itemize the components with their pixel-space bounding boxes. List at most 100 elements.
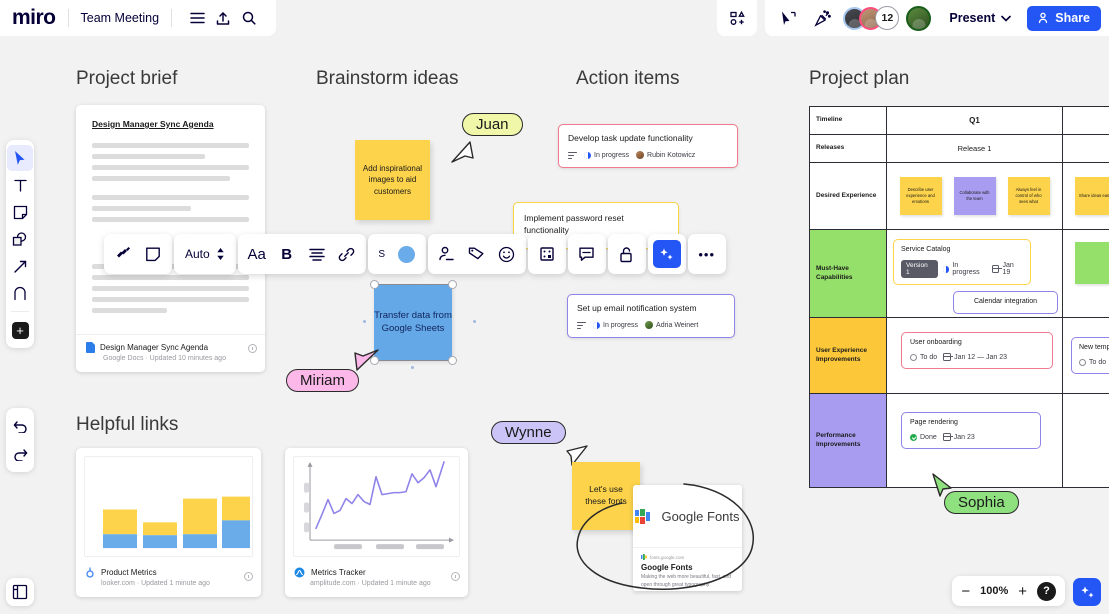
assignee-badge[interactable]: Rubin Kotowicz [636,151,695,160]
sticky-note[interactable] [1075,242,1109,284]
date-badge[interactable]: Jan 23 [942,433,975,442]
in-progress-icon [593,321,600,329]
link-card-metrics-tracker[interactable]: Metrics Tracker amplitude.com · Updated … [285,448,468,597]
text-tool-icon[interactable] [7,172,33,198]
version-badge[interactable]: Version 1 [901,260,938,279]
status-badge[interactable]: In progress [584,151,629,159]
undo-icon[interactable] [7,413,33,439]
status-label: To do [1089,358,1107,366]
share-button[interactable]: Share [1027,5,1101,31]
help-button[interactable]: ? [1037,581,1056,601]
status-badge[interactable]: To do [1079,358,1107,366]
redo-icon[interactable] [7,441,33,467]
format-group-lock [607,234,646,274]
chevron-down-icon[interactable] [1001,15,1012,22]
frames-panel-icon[interactable] [6,578,34,606]
google-fonts-name: Google Fonts [661,508,740,524]
color-s-label[interactable]: S [373,240,391,268]
more-options-icon[interactable]: ••• [693,240,721,268]
status-badge[interactable]: In progress [593,321,638,329]
assignee-badge[interactable]: Adria Weinert [645,321,699,330]
sticky-note[interactable]: Describe user experience and emotions [899,177,942,215]
task-card[interactable]: Develop task update functionality In pro… [558,124,738,169]
row-label: Releases [810,135,887,162]
resize-handle[interactable] [370,280,379,289]
connection-dot[interactable] [473,320,476,323]
collaborator-avatars[interactable]: 12 [843,5,932,31]
date-badge[interactable]: Jan 12 — Jan 23 [943,353,1007,362]
sticky-convert-icon[interactable] [109,240,137,268]
info-icon[interactable] [248,344,257,353]
assignee-name: Adria Weinert [656,321,699,329]
plan-card[interactable]: Service Catalog Version 1 In progress Ja… [893,239,1031,286]
hamburger-menu-icon[interactable] [184,5,210,31]
shapes-icon[interactable] [7,226,33,252]
zoom-in-button[interactable]: + [1018,584,1027,599]
plan-card-meta: To do Jan 12 — Jan 23 [910,353,1044,362]
plan-card[interactable]: Page rendering Done Jan 23 [901,412,1041,450]
format-group-color: S [367,234,426,274]
document-heading: Design Manager Sync Agenda [92,119,214,129]
comment-icon[interactable] [573,240,601,268]
tag-icon[interactable] [463,240,491,268]
link-card-footer: Metrics Tracker amplitude.com · Updated … [285,565,468,596]
frames-icon[interactable] [724,5,750,31]
plan-card[interactable]: User onboarding To do Jan 12 — Jan 23 [901,332,1053,370]
more-apps-plus-icon[interactable]: + [7,317,33,343]
placeholder-line [92,217,249,222]
plan-card[interactable]: New template To do [1071,337,1109,374]
assign-person-icon[interactable] [433,240,461,268]
task-card[interactable]: Set up email notification system In prog… [567,294,735,339]
ai-sparkles-icon[interactable] [652,240,681,268]
google-fonts-card[interactable]: Google Fonts fonts.google.com Google Fon… [633,485,742,591]
sticky-shape-icon[interactable] [139,240,167,268]
info-icon[interactable] [244,572,253,581]
format-group-convert [104,234,172,274]
bold-icon[interactable]: B [273,240,301,268]
present-button[interactable]: Present [939,11,1017,25]
miro-logo[interactable]: miro [12,6,56,30]
date-badge[interactable]: Jan 19 [991,262,1023,276]
plan-card[interactable]: Calendar integration [953,291,1058,315]
emoji-reaction-icon[interactable] [493,240,521,268]
table-row-must-have: Must-Have Capabilities Service Catalog V… [810,230,1109,318]
unlock-icon[interactable] [613,240,641,268]
link-card-product-metrics[interactable]: Product Metrics looker.com · Updated 1 m… [76,448,261,597]
color-swatch-icon[interactable] [393,240,421,268]
status-badge[interactable]: To do [910,353,937,361]
upload-icon[interactable] [210,5,236,31]
font-size-stepper[interactable]: Auto [179,247,231,261]
board-title[interactable]: Team Meeting [81,11,160,25]
search-icon[interactable] [236,5,262,31]
info-icon[interactable] [451,572,460,581]
party-popper-icon[interactable] [809,5,835,31]
shape-transfer-data[interactable]: Transfer data from Google Sheets [374,285,452,360]
project-plan-table[interactable]: Timeline Q1 Releases Release 1 Desired E… [809,106,1109,488]
align-icon[interactable] [303,240,331,268]
ai-sparkles-button[interactable] [1073,578,1101,606]
sticky-note[interactable]: Collaborate with the team [953,177,996,215]
stepper-arrows-icon[interactable] [216,247,225,261]
link-preview-chart [84,456,253,557]
resize-handle[interactable] [448,280,457,289]
pen-draw-icon[interactable] [7,280,33,306]
resize-handle[interactable] [448,356,457,365]
sticky-note[interactable]: Always feel in control of who sees what [1007,177,1050,215]
avatar[interactable] [906,5,932,31]
frame-crop-icon[interactable] [533,240,561,268]
sticky-note-idea[interactable]: Add inspirational images to aid customer… [355,140,430,220]
link-icon[interactable] [333,240,361,268]
connection-dot[interactable] [363,320,366,323]
zoom-out-button[interactable]: − [961,584,970,599]
cursor-pointer-icon[interactable] [775,5,801,31]
arrow-connector-icon[interactable] [7,253,33,279]
collaborator-count[interactable]: 12 [875,6,900,30]
select-cursor-icon[interactable] [7,145,33,171]
connection-dot[interactable] [411,366,414,369]
sticky-note-fonts[interactable]: Let's use these fonts [572,462,640,530]
sticky-note-icon[interactable] [7,199,33,225]
status-badge[interactable]: In progress [942,262,987,276]
sticky-note[interactable]: Share ideas easily [1075,177,1109,215]
font-family-icon[interactable]: Aa [243,240,271,268]
status-badge[interactable]: Done [910,433,937,441]
